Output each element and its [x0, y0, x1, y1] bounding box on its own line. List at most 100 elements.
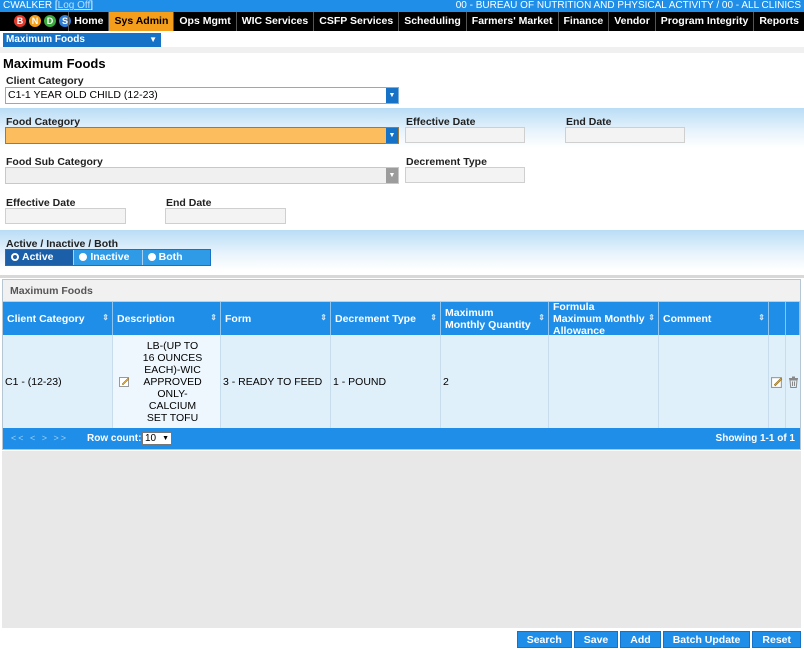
status-radio-inactive[interactable]: Inactive: [74, 250, 143, 265]
action-buttons: Search Save Add Batch Update Reset: [516, 631, 801, 648]
nav-tab-scheduling[interactable]: Scheduling: [398, 12, 466, 31]
sort-icon[interactable]: ⇕: [430, 313, 437, 322]
top-status-bar: CWALKER [Log Off] 00 - BUREAU OF NUTRITI…: [0, 0, 804, 12]
username-close: ]: [90, 0, 94, 11]
radio-label: Both: [158, 251, 183, 263]
cell-form: 3 - READY TO FEED: [221, 335, 331, 428]
column-header-formula-maximum-monthly-allowance[interactable]: Formula Maximum Monthly Allowance ⇕: [549, 301, 659, 337]
column-header-label: Description: [117, 312, 175, 325]
end-date-2-field[interactable]: [165, 208, 286, 224]
status-radio-active[interactable]: Active: [6, 250, 75, 265]
logo-letter: D: [44, 15, 56, 27]
cell-formula-max: [549, 335, 659, 428]
cell-client-category: C1 - (12-23): [3, 335, 113, 428]
grid-header: Client Category ⇕ Description ⇕ Form ⇕ Decreme…: [3, 301, 800, 337]
radio-label: Inactive: [90, 251, 130, 263]
edit-note-icon[interactable]: [119, 376, 130, 387]
add-button[interactable]: Add: [620, 631, 661, 648]
save-button[interactable]: Save: [573, 631, 619, 648]
cell-delete: [786, 335, 800, 428]
column-header-client-category[interactable]: Client Category ⇕: [3, 302, 113, 335]
grid-title: Maximum Foods: [3, 280, 800, 302]
logo-letter: N: [29, 15, 41, 27]
grid-footer: << < > >> Row count: 10 ▼ Showing 1-1 of …: [3, 428, 800, 449]
table-row[interactable]: C1 - (12-23) LB-(UP TO 16 OUNCES EACH)-W…: [3, 335, 800, 428]
user-info: CWALKER [Log Off]: [3, 0, 93, 12]
client-category-label: Client Category: [6, 75, 84, 87]
sort-icon[interactable]: ⇕: [102, 313, 109, 322]
client-category-value: C1-1 YEAR OLD CHILD (12-23): [8, 89, 158, 101]
main-nav: Home Sys Admin Ops Mgmt WIC Services CSFP Se…: [68, 12, 804, 31]
column-header-description[interactable]: Description ⇕: [113, 302, 221, 335]
chevron-down-icon: ▼: [162, 435, 169, 442]
chevron-down-icon: ▼: [386, 88, 398, 103]
cell-edit: [769, 335, 786, 428]
submenu-label: Maximum Foods: [6, 34, 85, 45]
nav-tab-program-integrity[interactable]: Program Integrity: [654, 12, 754, 31]
maximum-foods-grid: Maximum Foods Client Category ⇕ Descriptio…: [2, 279, 801, 450]
nav-tab-ops-mgmt[interactable]: Ops Mgmt: [173, 12, 235, 31]
row-count-value: 10: [145, 433, 157, 444]
submenu-band: [0, 47, 804, 53]
submenu-dropdown[interactable]: Maximum Foods ▼: [3, 33, 161, 47]
column-header-label: Decrement Type: [335, 312, 416, 325]
cell-description: LB-(UP TO 16 OUNCES EACH)-WIC APPROVED O…: [113, 335, 221, 428]
chevron-down-icon: ▼: [386, 128, 398, 143]
logo-letter: B: [14, 15, 26, 27]
food-category-select[interactable]: ▼: [5, 127, 399, 144]
column-header-label: Client Category: [7, 312, 85, 325]
effective-date-field[interactable]: [405, 127, 525, 143]
edit-icon[interactable]: [771, 376, 783, 388]
page-title: Maximum Foods: [3, 56, 106, 71]
decrement-type-field[interactable]: [405, 167, 525, 183]
column-header-form[interactable]: Form ⇕: [221, 302, 331, 335]
nav-tab-farmers-market[interactable]: Farmers' Market: [465, 12, 558, 31]
radio-dot-icon: [147, 253, 156, 261]
sort-icon[interactable]: ⇕: [320, 313, 327, 322]
status-radio-both[interactable]: Both: [142, 250, 210, 265]
trash-icon[interactable]: [788, 376, 799, 388]
effective-date-2-field[interactable]: [5, 208, 126, 224]
food-sub-category-select[interactable]: ▼: [5, 167, 399, 184]
main-nav-bar: BNDS Home Sys Admin Ops Mgmt WIC Services CS…: [0, 12, 804, 31]
nav-tab-home[interactable]: Home: [68, 12, 108, 31]
sort-icon[interactable]: ⇕: [538, 313, 545, 322]
column-header-label: Comment: [663, 312, 712, 325]
end-date-field[interactable]: [565, 127, 685, 143]
column-header-action: [786, 302, 800, 335]
column-header-action: [769, 302, 786, 335]
nav-tab-csfp-services[interactable]: CSFP Services: [313, 12, 398, 31]
column-header-label: Maximum Monthly Quantity: [445, 306, 531, 331]
reset-button[interactable]: Reset: [752, 631, 801, 648]
radio-dot-icon: [79, 253, 88, 261]
nav-tab-reports[interactable]: Reports: [753, 12, 804, 31]
column-header-comment[interactable]: Comment ⇕: [659, 302, 769, 335]
row-count-label: Row count:: [87, 433, 142, 444]
log-off-link[interactable]: Log Off: [58, 0, 91, 11]
nav-tab-sys-admin[interactable]: Sys Admin: [108, 12, 174, 31]
client-category-select[interactable]: C1-1 YEAR OLD CHILD (12-23) ▼: [5, 87, 399, 104]
empty-area: [2, 451, 801, 628]
org-clinic-label: 00 - BUREAU OF NUTRITION AND PHYSICAL AC…: [455, 0, 801, 11]
chevron-down-icon: ▼: [386, 168, 398, 183]
section-divider: [0, 275, 804, 278]
nav-tab-finance[interactable]: Finance: [557, 12, 609, 31]
username: CWALKER [: [3, 0, 58, 11]
status-radio-group: Active Inactive Both: [5, 249, 211, 266]
batch-update-button[interactable]: Batch Update: [662, 631, 751, 648]
column-header-label: Form: [225, 312, 252, 325]
nav-tab-wic-services[interactable]: WIC Services: [235, 12, 314, 31]
cell-comment: [659, 335, 769, 428]
pager-controls[interactable]: << < > >>: [11, 428, 68, 449]
sort-icon[interactable]: ⇕: [758, 313, 765, 322]
column-header-decrement-type[interactable]: Decrement Type ⇕: [331, 302, 441, 335]
row-count-select[interactable]: 10 ▼: [142, 432, 172, 445]
column-header-maximum-monthly-quantity[interactable]: Maximum Monthly Quantity ⇕: [441, 302, 549, 335]
search-button[interactable]: Search: [516, 631, 572, 648]
nav-tab-vendor[interactable]: Vendor: [608, 12, 655, 31]
sort-icon[interactable]: ⇕: [210, 313, 217, 322]
radio-label: Active: [22, 251, 54, 263]
radio-dot-icon: [11, 253, 19, 261]
cell-max-monthly-qty: 2: [441, 335, 549, 428]
sort-icon[interactable]: ⇕: [648, 313, 655, 322]
